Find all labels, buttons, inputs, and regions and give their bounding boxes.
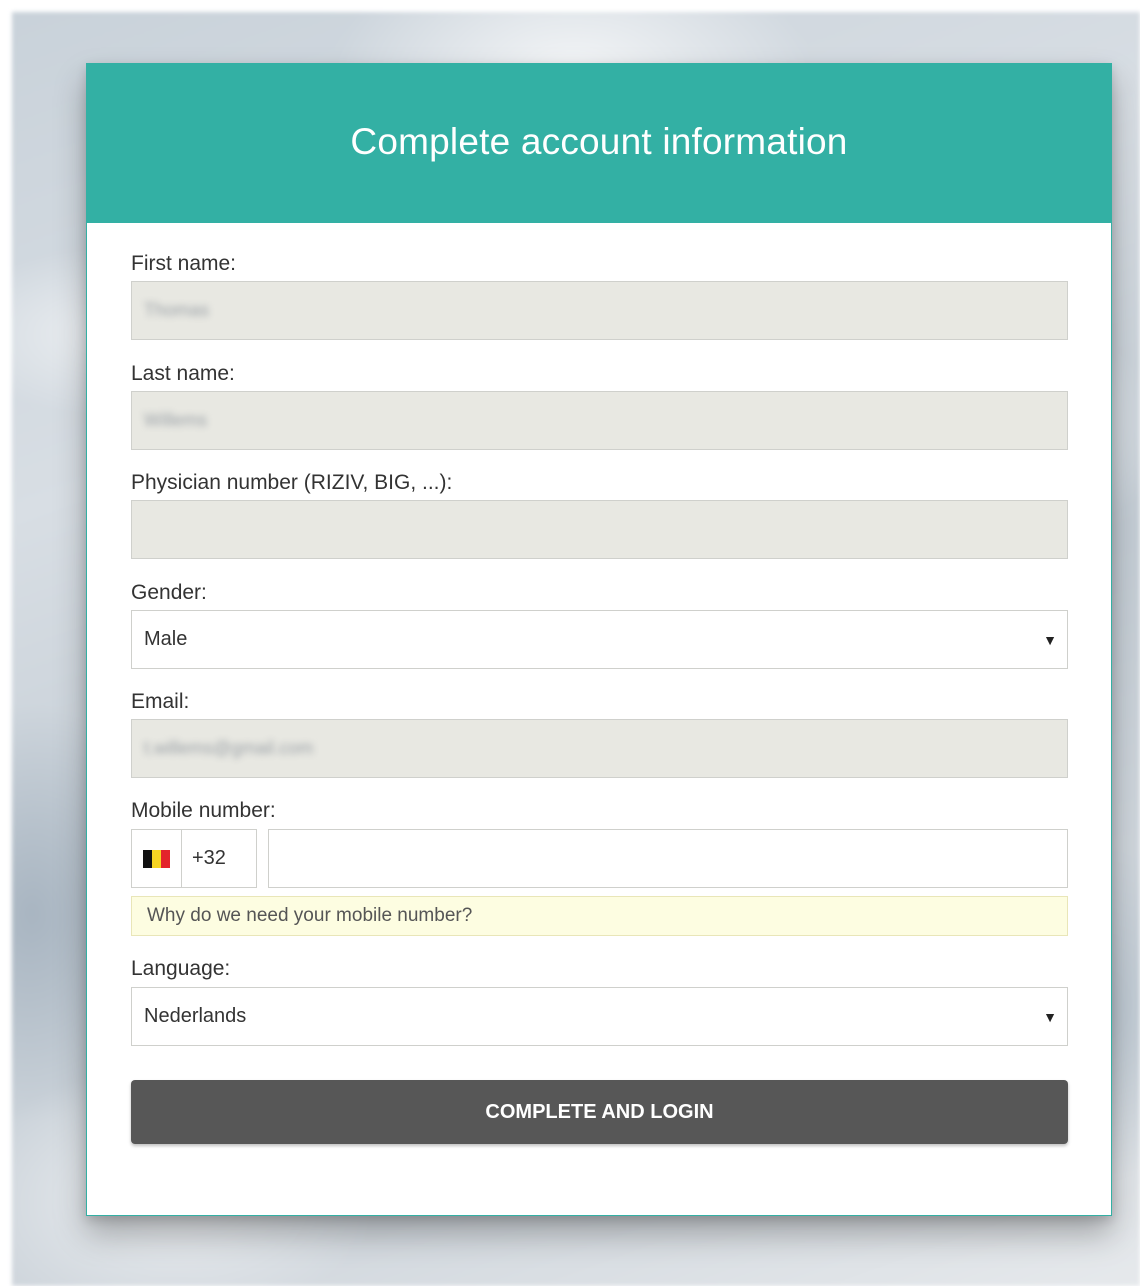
email-field[interactable]: t.willems@gmail.com xyxy=(131,719,1068,778)
country-flag-button[interactable] xyxy=(132,830,182,887)
gender-label: Gender: xyxy=(131,581,207,604)
dial-code: +32 xyxy=(192,847,226,869)
mobile-number-input[interactable] xyxy=(268,829,1068,888)
first-name-value: Thomas xyxy=(144,300,210,320)
belgium-flag-icon xyxy=(142,849,171,868)
last-name-value: Willems xyxy=(144,410,207,430)
gender-select[interactable]: Male ▼ xyxy=(131,610,1068,669)
page-title: Complete account information xyxy=(350,120,848,162)
last-name-field[interactable]: Willems xyxy=(131,391,1068,450)
first-name-label: First name: xyxy=(131,252,237,275)
card-header: Complete account information xyxy=(87,64,1111,223)
gender-selected-value: Male xyxy=(144,628,188,650)
account-form-card: Complete account information First name:… xyxy=(86,63,1112,1216)
email-label: Email: xyxy=(131,690,190,713)
caret-down-icon: ▼ xyxy=(1043,1008,1057,1025)
mobile-number-label: Mobile number: xyxy=(131,799,276,822)
physician-number-label: Physician number (RIZIV, BIG, ...): xyxy=(131,471,453,494)
language-selected-value: Nederlands xyxy=(144,1005,247,1027)
language-select[interactable]: Nederlands ▼ xyxy=(131,987,1068,1046)
language-label: Language: xyxy=(131,957,231,980)
physician-number-field[interactable] xyxy=(131,500,1068,559)
first-name-field[interactable]: Thomas xyxy=(131,281,1068,340)
caret-down-icon: ▼ xyxy=(1043,631,1057,648)
country-code-picker[interactable]: +32 xyxy=(131,829,257,888)
email-value: t.willems@gmail.com xyxy=(144,738,314,758)
complete-and-login-button[interactable]: COMPLETE AND LOGIN xyxy=(131,1080,1068,1144)
last-name-label: Last name: xyxy=(131,362,235,385)
mobile-number-help-link[interactable]: Why do we need your mobile number? xyxy=(131,896,1068,936)
